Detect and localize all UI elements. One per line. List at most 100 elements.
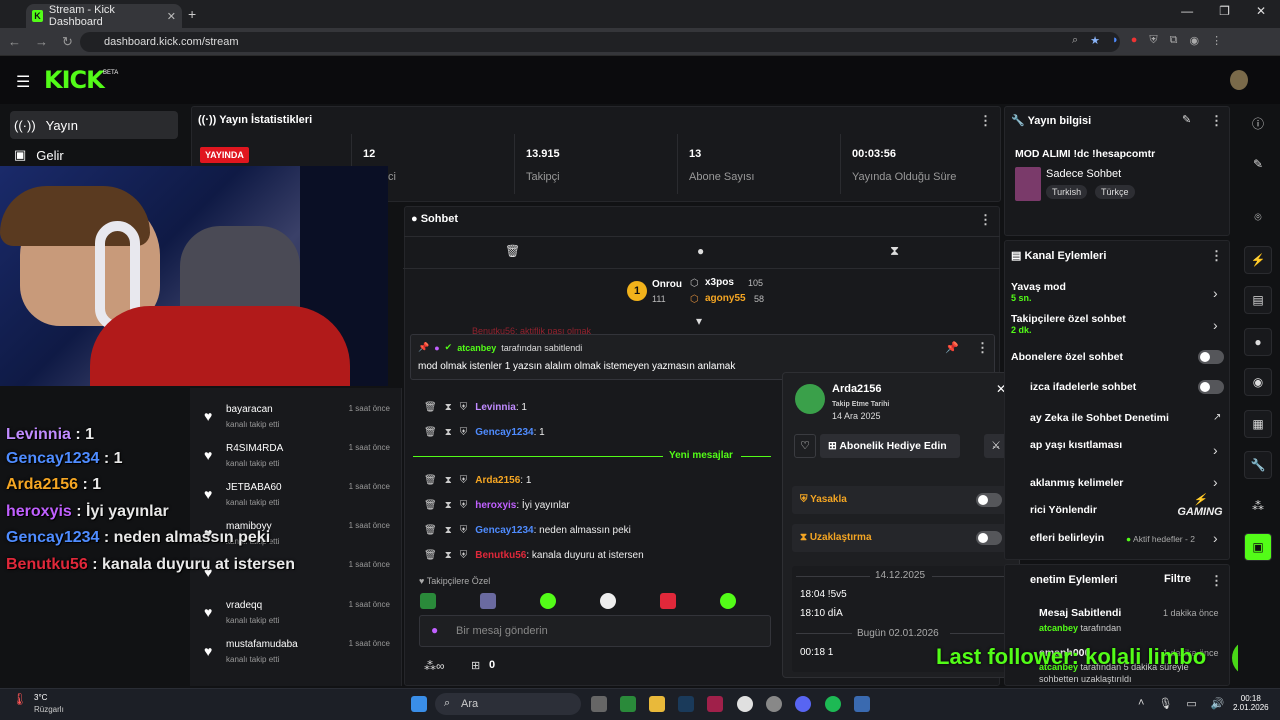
forward-icon[interactable]: →: [35, 34, 48, 50]
shield-icon[interactable]: ⛨: [460, 427, 468, 438]
shield-icon[interactable]: ⛨: [460, 550, 468, 561]
menu-icon[interactable]: ⋮: [1211, 34, 1222, 47]
filter-button[interactable]: Filtre: [1164, 573, 1191, 585]
chevron-right-icon[interactable]: ›: [1213, 317, 1218, 333]
wrench-icon[interactable]: 🔧: [1244, 451, 1272, 479]
hourglass-icon[interactable]: ⧗: [445, 500, 452, 511]
lightning-icon[interactable]: ⚡: [1244, 246, 1272, 274]
chevron-right-icon[interactable]: ›: [1213, 442, 1218, 458]
chevron-right-icon[interactable]: ›: [1213, 474, 1218, 490]
chevron-right-icon[interactable]: ›: [1213, 530, 1218, 546]
shield-icon[interactable]: ⛨: [460, 402, 468, 413]
weather-icon[interactable]: 🌡: [12, 692, 27, 706]
task-view-icon[interactable]: [591, 696, 607, 712]
shield-icon[interactable]: ⛨: [1149, 34, 1157, 47]
minecraft-icon[interactable]: [620, 696, 636, 712]
trash-icon[interactable]: 🗑: [424, 500, 437, 511]
reload-icon[interactable]: ↻: [62, 34, 73, 50]
ai-moderation-row[interactable]: ay Zeka ile Sohbet Denetimi: [1030, 412, 1169, 424]
trash-icon[interactable]: 🗑: [424, 525, 437, 536]
actions-menu-icon[interactable]: ⋮: [1210, 248, 1223, 264]
raid-row[interactable]: rici Yönlendir: [1030, 504, 1097, 516]
account-age-row[interactable]: ap yaşı kısıtlaması: [1030, 439, 1122, 451]
user-avatar[interactable]: [1230, 70, 1248, 90]
emote-icon[interactable]: [720, 593, 736, 609]
chat-bubble-icon[interactable]: ●: [697, 244, 704, 258]
new-tab-button[interactable]: +: [188, 6, 196, 22]
list-icon[interactable]: ▦: [1244, 410, 1272, 438]
share-icon[interactable]: ⁂: [1244, 493, 1272, 521]
emote-icon[interactable]: [420, 593, 436, 609]
tag-pill[interactable]: Turkish: [1046, 185, 1088, 199]
edit-pencil-icon[interactable]: ✎: [1244, 151, 1272, 179]
app-icon[interactable]: [707, 696, 723, 712]
windows-start-icon[interactable]: [411, 696, 427, 712]
trash-icon[interactable]: 🗑: [505, 244, 520, 258]
trash-icon[interactable]: 🗑: [424, 402, 437, 413]
timeout-toggle[interactable]: [976, 531, 1002, 545]
followers-only-row[interactable]: Takipçilere özel sohbet 2 dk.: [1011, 313, 1126, 335]
emote-only-toggle[interactable]: [1198, 380, 1224, 394]
discord-icon[interactable]: [795, 696, 811, 712]
chat-user[interactable]: Levinnia: [475, 402, 516, 413]
hourglass-icon[interactable]: ⧗: [445, 550, 452, 561]
edit-pencil-icon[interactable]: ✎: [1182, 113, 1191, 126]
hourglass-icon[interactable]: ⧗: [445, 475, 452, 486]
info-menu-icon[interactable]: ⋮: [1210, 113, 1223, 129]
taskbar-clock[interactable]: 00:18 2.01.2026: [1233, 694, 1269, 712]
back-icon[interactable]: ←: [8, 34, 21, 50]
hamburger-menu-icon[interactable]: ☰: [16, 72, 30, 92]
gift-sub-button[interactable]: ⊞ Abonelik Hediye Edin: [820, 434, 960, 458]
chat-icon[interactable]: ●: [1244, 328, 1272, 356]
mod-actions-menu-icon[interactable]: ⋮: [1210, 573, 1223, 589]
taskbar-search[interactable]: Ara: [435, 693, 581, 715]
app-icon[interactable]: ▣: [1244, 533, 1272, 561]
trash-icon[interactable]: 🗑: [424, 475, 437, 486]
info-icon[interactable]: ⓘ: [1244, 111, 1272, 139]
url-field[interactable]: dashboard.kick.com/stream: [80, 32, 1120, 52]
chat-user[interactable]: Gencay1234: [475, 525, 533, 536]
extension-icon[interactable]: ●: [1131, 34, 1138, 47]
broadcast-icon[interactable]: ◉: [1244, 368, 1272, 396]
nav-item-yayin[interactable]: ((·)) Yayın: [10, 111, 178, 139]
pinned-menu-icon[interactable]: ⋮: [976, 340, 989, 356]
banned-words-row[interactable]: aklanmış kelimeler: [1030, 477, 1123, 489]
tag-pill[interactable]: Türkçe: [1095, 185, 1135, 199]
external-link-icon[interactable]: ↗: [1213, 412, 1221, 423]
microphone-icon[interactable]: 🎙: [1158, 697, 1172, 710]
hourglass-icon[interactable]: ⧗: [890, 243, 899, 259]
stats-menu-icon[interactable]: ⋮: [979, 113, 992, 129]
shield-icon[interactable]: ⛨: [460, 525, 468, 536]
nav-item-gelir[interactable]: ▣ Gelir: [10, 141, 178, 169]
scroll-down-icon[interactable]: ▾: [696, 314, 702, 328]
slow-mode-row[interactable]: Yavaş mod 5 sn.: [1011, 281, 1066, 303]
browser-tab[interactable]: K Stream - Kick Dashboard ✕: [26, 4, 182, 28]
gift-icon[interactable]: ⊞: [471, 659, 480, 672]
profile-icon[interactable]: ◉: [1189, 34, 1199, 47]
spotify-icon[interactable]: [825, 696, 841, 712]
chat-user[interactable]: Arda2156: [475, 475, 520, 486]
close-window-icon[interactable]: ✕: [1256, 4, 1266, 18]
app-icon[interactable]: [854, 696, 870, 712]
mic-icon[interactable]: ●: [431, 623, 438, 637]
star-icon[interactable]: ★: [1090, 34, 1100, 47]
zoom-icon[interactable]: ⌕: [1072, 34, 1078, 47]
maximize-icon[interactable]: ❐: [1219, 4, 1230, 18]
chevron-up-icon[interactable]: ˄: [1138, 697, 1144, 710]
follow-heart-button[interactable]: ♡: [794, 434, 816, 458]
trash-icon[interactable]: 🗑: [424, 550, 437, 561]
unpin-icon[interactable]: 📌: [945, 341, 959, 354]
hourglass-icon[interactable]: ⧗: [445, 402, 452, 413]
app-icon[interactable]: [766, 696, 782, 712]
camera-icon[interactable]: ⌾: [1244, 204, 1272, 232]
document-icon[interactable]: ▤: [1244, 286, 1272, 314]
volume-icon[interactable]: 🔊: [1211, 697, 1225, 710]
chat-user[interactable]: Gencay1234: [475, 427, 533, 438]
trash-icon[interactable]: 🗑: [424, 427, 437, 438]
emote-icon[interactable]: [660, 593, 676, 609]
shield-icon[interactable]: ⛨: [460, 475, 468, 486]
hourglass-icon[interactable]: ⧗: [445, 525, 452, 536]
chat-menu-icon[interactable]: ⋮: [979, 212, 992, 228]
hourglass-icon[interactable]: ⧗: [445, 427, 452, 438]
chat-user[interactable]: heroxyis: [475, 500, 516, 511]
